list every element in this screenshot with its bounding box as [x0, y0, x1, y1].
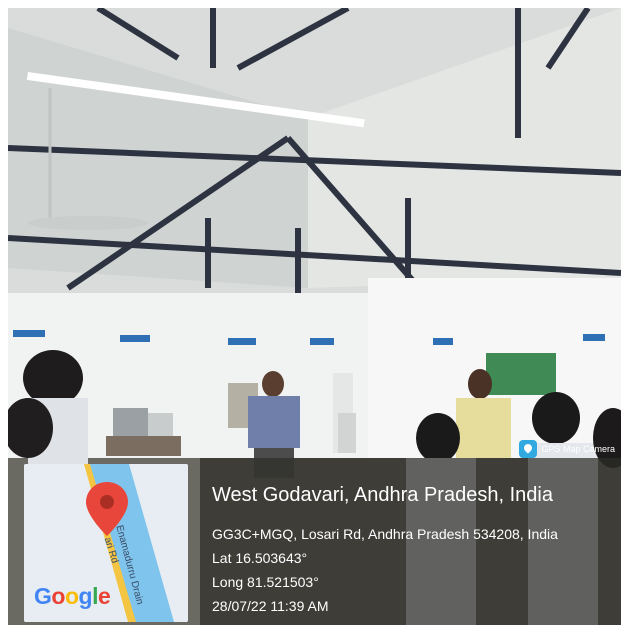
location-latitude: Lat 16.503643°: [212, 550, 308, 566]
gps-badge-label: GPS Map Camera: [541, 444, 615, 454]
location-longitude: Long 81.521503°: [212, 574, 319, 590]
location-title: West Godavari, Andhra Pradesh, India: [212, 484, 553, 506]
gps-map-camera-badge: GPS Map Camera: [519, 440, 615, 458]
photo-frame: Enamadurru Drain ari Rd Google GPS Map C…: [8, 8, 621, 625]
window: [486, 353, 556, 395]
location-timestamp: 28/07/22 11:39 AM: [212, 598, 329, 614]
gps-map-camera-icon: [519, 440, 538, 458]
map-thumbnail[interactable]: Enamadurru Drain ari Rd Google: [24, 464, 188, 622]
google-logo: Google: [34, 583, 111, 609]
location-overlay: GPS Map Camera West Godavari, Andhra Pra…: [200, 440, 621, 625]
location-address: GG3C+MGQ, Losari Rd, Andhra Pradesh 5342…: [212, 526, 558, 542]
